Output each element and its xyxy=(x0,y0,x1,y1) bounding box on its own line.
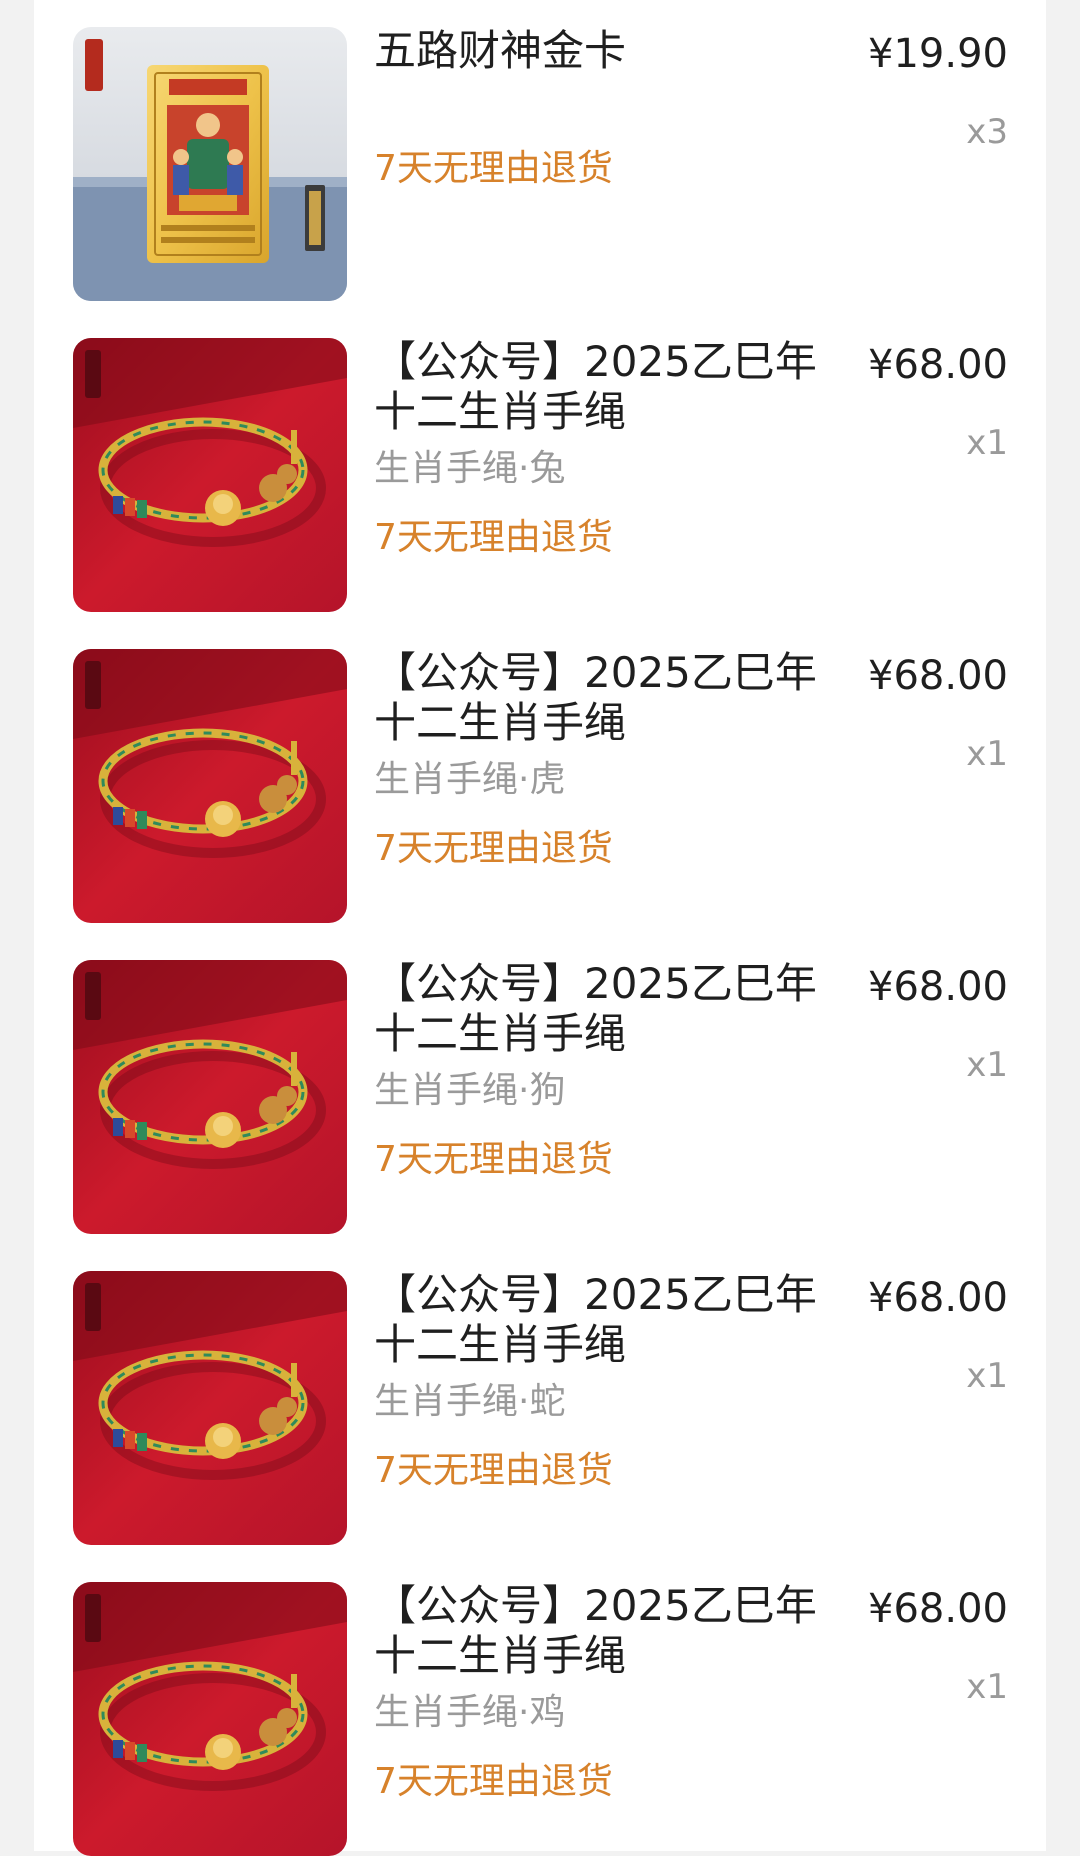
product-price: ¥68.00 xyxy=(868,1586,1008,1632)
order-item[interactable]: 【公众号】2025乙巳年 十二生肖手绳 生肖手绳·鸡 7天无理由退货 ¥68.0… xyxy=(34,1555,1046,1856)
order-item[interactable]: 【公众号】2025乙巳年 十二生肖手绳 生肖手绳·蛇 7天无理由退货 ¥68.0… xyxy=(34,1244,1046,1545)
return-policy-badge: 7天无理由退货 xyxy=(374,1761,613,1802)
order-item[interactable]: 【公众号】2025乙巳年 十二生肖手绳 生肖手绳·兔 7天无理由退货 ¥68.0… xyxy=(34,311,1046,612)
return-policy-badge: 7天无理由退货 xyxy=(374,1450,613,1491)
return-policy-badge: 7天无理由退货 xyxy=(374,828,613,869)
gold-card-image-graphic xyxy=(73,27,347,301)
product-price: ¥68.00 xyxy=(868,342,1008,388)
product-quantity: x3 xyxy=(966,112,1008,152)
product-variant: 生肖手绳·狗 xyxy=(374,1070,566,1111)
bracelet-image-graphic xyxy=(73,960,347,1234)
bracelet-image-graphic xyxy=(73,338,347,612)
product-variant: 生肖手绳·虎 xyxy=(374,759,566,800)
return-policy-badge: 7天无理由退货 xyxy=(374,517,613,558)
product-price: ¥68.00 xyxy=(868,1275,1008,1321)
product-price: ¥68.00 xyxy=(868,964,1008,1010)
bracelet-image-graphic xyxy=(73,1271,347,1545)
product-price: ¥68.00 xyxy=(868,653,1008,699)
order-item[interactable]: 【公众号】2025乙巳年 十二生肖手绳 生肖手绳·狗 7天无理由退货 ¥68.0… xyxy=(34,933,1046,1234)
bracelet-image[interactable] xyxy=(73,338,347,612)
bracelet-image[interactable] xyxy=(73,1271,347,1545)
product-variant: 生肖手绳·鸡 xyxy=(374,1692,566,1733)
order-item[interactable]: 五路财神金卡 7天无理由退货 ¥19.90 x3 xyxy=(34,0,1046,301)
bracelet-image[interactable] xyxy=(73,649,347,923)
bracelet-image[interactable] xyxy=(73,1582,347,1856)
product-title[interactable]: 【公众号】2025乙巳年 十二生肖手绳 xyxy=(374,337,844,437)
bracelet-image-graphic xyxy=(73,649,347,923)
bracelet-image[interactable] xyxy=(73,960,347,1234)
product-title[interactable]: 【公众号】2025乙巳年 十二生肖手绳 xyxy=(374,1581,844,1681)
gold-card-image[interactable] xyxy=(73,27,347,301)
product-title[interactable]: 五路财神金卡 xyxy=(374,26,844,76)
return-policy-badge: 7天无理由退货 xyxy=(374,1139,613,1180)
product-variant: 生肖手绳·兔 xyxy=(374,448,566,489)
order-items-card: 五路财神金卡 7天无理由退货 ¥19.90 x3 【公众号】2025乙巳年 十二… xyxy=(34,0,1046,1856)
bracelet-image-graphic xyxy=(73,1582,347,1856)
product-quantity: x1 xyxy=(966,1045,1008,1085)
product-title[interactable]: 【公众号】2025乙巳年 十二生肖手绳 xyxy=(374,959,844,1059)
product-quantity: x1 xyxy=(966,1356,1008,1396)
product-quantity: x1 xyxy=(966,734,1008,774)
order-item[interactable]: 【公众号】2025乙巳年 十二生肖手绳 生肖手绳·虎 7天无理由退货 ¥68.0… xyxy=(34,622,1046,923)
return-policy-badge: 7天无理由退货 xyxy=(374,148,613,189)
product-price: ¥19.90 xyxy=(868,31,1008,77)
product-quantity: x1 xyxy=(966,1667,1008,1707)
product-title[interactable]: 【公众号】2025乙巳年 十二生肖手绳 xyxy=(374,1270,844,1370)
product-quantity: x1 xyxy=(966,423,1008,463)
product-variant: 生肖手绳·蛇 xyxy=(374,1381,566,1422)
product-title[interactable]: 【公众号】2025乙巳年 十二生肖手绳 xyxy=(374,648,844,748)
